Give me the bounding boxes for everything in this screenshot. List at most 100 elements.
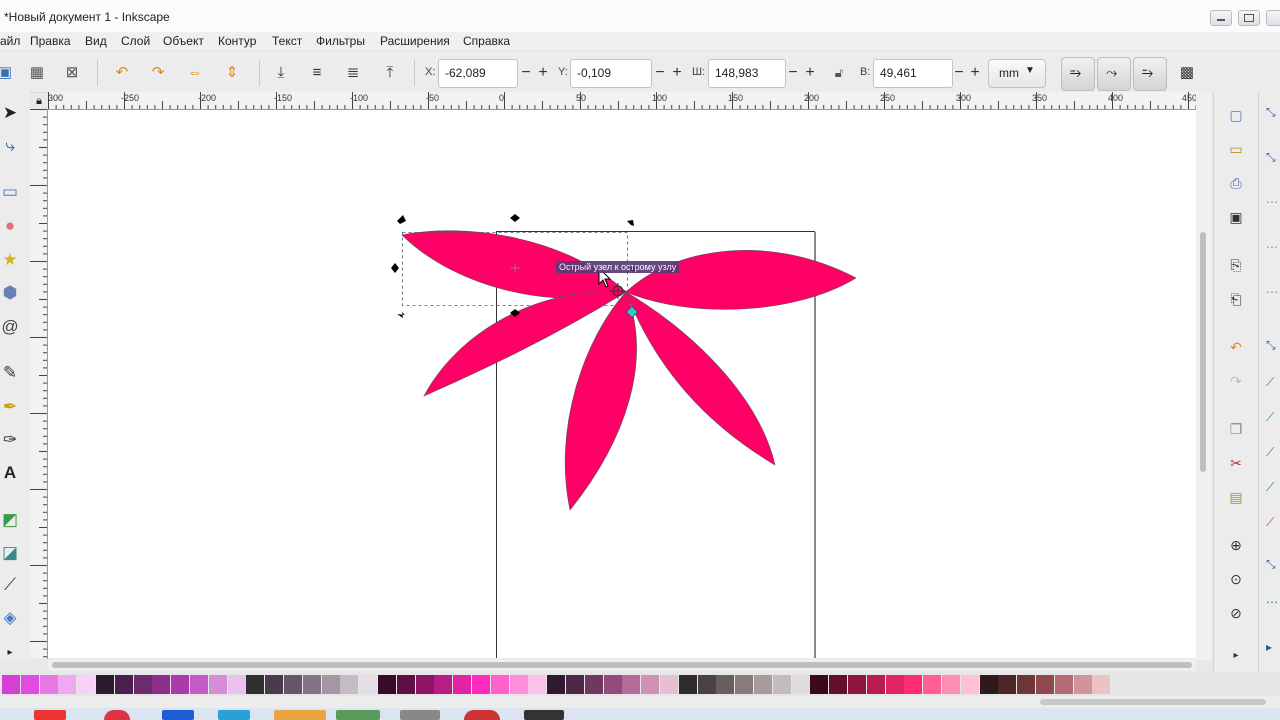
snap-centers-icon[interactable]: ⋯ — [1266, 595, 1280, 609]
palette-swatch[interactable] — [340, 675, 359, 694]
cut-icon[interactable]: ✂ — [1226, 453, 1246, 473]
palette-swatch[interactable] — [509, 675, 528, 694]
pencil-tool-icon[interactable]: ✎ — [0, 361, 20, 385]
palette-swatch[interactable] — [848, 675, 866, 694]
petal-bottom[interactable] — [564, 291, 637, 511]
unit-select[interactable]: mm ▼ — [988, 59, 1046, 88]
palette-swatch[interactable] — [284, 675, 302, 694]
palette-swatch[interactable] — [114, 675, 133, 694]
palette-swatch[interactable] — [528, 675, 547, 694]
palette-swatch[interactable] — [1036, 675, 1054, 694]
snap-cusp-nodes-icon[interactable]: ⟋ — [1266, 445, 1280, 459]
palette-swatch[interactable] — [1092, 675, 1111, 694]
rectangle-tool-icon[interactable]: ▭ — [0, 180, 20, 204]
palette-swatch[interactable] — [246, 675, 265, 694]
palette-swatch[interactable] — [39, 675, 58, 694]
spiral-tool-icon[interactable]: @ — [0, 315, 20, 339]
palette-swatch[interactable] — [321, 675, 340, 694]
node-tool-icon[interactable]: ⤷ — [0, 134, 20, 158]
new-document-icon[interactable]: ▢ — [1226, 105, 1246, 125]
paste-icon[interactable]: ▤ — [1226, 487, 1246, 507]
petal-bottom-right[interactable] — [625, 291, 776, 466]
palette-swatch[interactable] — [490, 675, 509, 694]
minimize-button[interactable] — [1210, 10, 1232, 26]
close-button[interactable] — [1266, 10, 1280, 26]
snap-midpoints-icon[interactable]: ⟋ — [1266, 515, 1280, 529]
lock-proportions-icon[interactable]: 🔓︎ — [830, 64, 848, 82]
raise-to-top-icon[interactable]: ⤒ — [381, 64, 399, 82]
palette-swatch[interactable] — [603, 675, 622, 694]
flip-horizontal-icon[interactable]: ⇔ — [186, 64, 204, 82]
palette-swatch[interactable] — [1017, 675, 1036, 694]
zoom-page-icon[interactable]: ⊘ — [1226, 603, 1246, 623]
palette-swatch[interactable] — [566, 675, 584, 694]
width-increment-button[interactable]: + — [801, 59, 819, 86]
menu-file[interactable]: айл — [0, 34, 20, 48]
palette-swatch[interactable] — [641, 675, 660, 694]
y-decrement-button[interactable]: − — [651, 59, 669, 86]
palette-swatch[interactable] — [979, 675, 998, 694]
palette-swatch[interactable] — [866, 675, 885, 694]
calligraphy-tool-icon[interactable]: ✑ — [0, 428, 20, 452]
palette-swatch[interactable] — [171, 675, 190, 694]
menu-text[interactable]: Текст — [272, 34, 302, 48]
taskbar-app-icon[interactable] — [400, 710, 440, 720]
3d-box-tool-icon[interactable]: ⬢ — [0, 281, 20, 305]
width-decrement-button[interactable]: − — [784, 59, 802, 86]
snap-bbox-edge-icon[interactable]: ⋯ — [1266, 195, 1280, 209]
select-all-layers-icon[interactable]: ▦ — [28, 64, 46, 82]
palette-swatch[interactable] — [133, 675, 152, 694]
x-increment-button[interactable]: + — [534, 59, 552, 86]
lower-to-bottom-icon[interactable]: ⤓ — [272, 64, 290, 82]
palette-swatch[interactable] — [547, 675, 566, 694]
y-increment-button[interactable]: + — [668, 59, 686, 86]
menu-object[interactable]: Объект — [163, 34, 204, 48]
menu-edit[interactable]: Правка — [30, 34, 71, 48]
commands-more-icon[interactable]: ▸ — [1226, 646, 1246, 666]
drawing-canvas[interactable]: Острый узел к острому узлу — [48, 110, 1196, 658]
raise-icon[interactable]: ≣ — [344, 64, 362, 82]
snap-others-icon[interactable]: ⤡ — [1266, 557, 1280, 571]
taskbar-app-icon[interactable] — [274, 710, 326, 720]
taskbar-app-icon[interactable] — [162, 710, 194, 720]
print-icon[interactable]: ⎙ — [1226, 173, 1246, 193]
palette-swatch[interactable] — [678, 675, 697, 694]
export-icon[interactable]: ⎗ — [1226, 289, 1246, 309]
palette-swatch[interactable] — [960, 675, 979, 694]
copy-icon[interactable]: ❐ — [1226, 419, 1246, 439]
snap-page-icon[interactable]: ▸ — [1266, 640, 1280, 654]
palette-swatch[interactable] — [434, 675, 453, 694]
menu-filters[interactable]: Фильтры — [316, 34, 365, 48]
vertical-scroll-thumb[interactable] — [1200, 232, 1206, 472]
y-field[interactable]: -0,109 — [570, 59, 652, 88]
undo-icon[interactable]: ↶ — [1226, 337, 1246, 357]
mesh-tool-icon[interactable]: ◪ — [0, 541, 20, 565]
palette-swatch[interactable] — [453, 675, 472, 694]
selector-tool-icon[interactable]: ➤ — [0, 101, 20, 125]
rotate-cw-icon[interactable]: ↷ — [149, 64, 167, 82]
palette-swatch[interactable] — [754, 675, 772, 694]
text-tool-icon[interactable]: A — [0, 461, 20, 485]
palette-swatch[interactable] — [265, 675, 284, 694]
open-icon[interactable]: ▭ — [1226, 139, 1246, 159]
horizontal-scroll-thumb[interactable] — [52, 662, 1192, 668]
palette-swatch[interactable] — [190, 675, 208, 694]
rotate-ccw-icon[interactable]: ↶ — [113, 64, 131, 82]
maximize-button[interactable] — [1238, 10, 1260, 26]
height-field[interactable]: 49,461 — [873, 59, 953, 88]
scale-corners-toggle[interactable]: ⤳ — [1097, 57, 1131, 91]
transform-gradients-toggle[interactable]: ⥲ — [1133, 57, 1167, 91]
flip-vertical-icon[interactable]: ⇕ — [223, 64, 241, 82]
palette-swatch[interactable] — [96, 675, 114, 694]
petal-top-right[interactable] — [625, 250, 857, 310]
import-icon[interactable]: ⎘ — [1226, 255, 1246, 275]
palette-swatch[interactable] — [904, 675, 923, 694]
menu-help[interactable]: Справка — [463, 34, 510, 48]
taskbar-app-icon[interactable] — [464, 710, 500, 720]
palette-swatch[interactable] — [791, 675, 810, 694]
taskbar-app-icon[interactable] — [336, 710, 380, 720]
snap-paths-icon[interactable]: ⟋ — [1266, 375, 1280, 389]
palette-swatch[interactable] — [660, 675, 678, 694]
snap-bbox-corner-icon[interactable]: ⋯ — [1266, 240, 1280, 254]
pen-tool-icon[interactable]: ✒ — [0, 395, 20, 419]
